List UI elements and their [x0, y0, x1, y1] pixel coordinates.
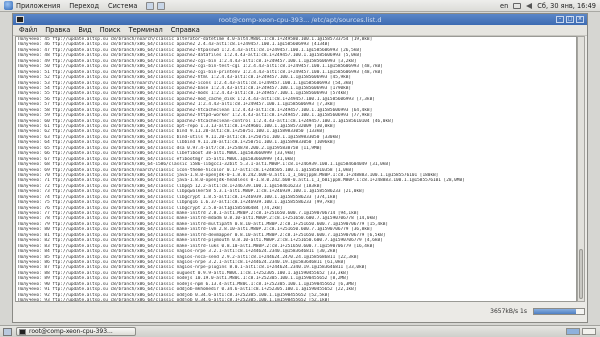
clock[interactable]: Сб, 30 янв, 16:49	[537, 2, 596, 10]
window-title: root@comp-xeon-cpu-393... /etc/apt/sourc…	[218, 15, 382, 24]
terminal-line: Получено: 93 ftp://update.altsp.su c8/br…	[18, 298, 330, 302]
menubar: Файл Правка Вид Поиск Терминал Справка	[13, 25, 587, 36]
taskbar-terminal-button[interactable]: root@comp-xeon-cpu-393...	[16, 327, 136, 336]
terminal-launcher-icon[interactable]	[157, 1, 166, 10]
keyboard-layout[interactable]: en	[500, 2, 508, 10]
terminal-window: root@comp-xeon-cpu-393... /etc/apt/sourc…	[12, 13, 588, 323]
window-controls: – □ ×	[556, 16, 584, 23]
scrollbar-thumb[interactable]	[579, 249, 583, 299]
terminal-icon	[19, 328, 26, 335]
menu-system[interactable]: Система	[108, 2, 137, 10]
terminal-scrollbar[interactable]	[577, 36, 585, 302]
workspace-2[interactable]	[582, 328, 596, 335]
show-desktop-icon[interactable]	[3, 327, 12, 336]
menu-view[interactable]: Вид	[78, 26, 91, 34]
network-icon[interactable]	[513, 3, 522, 9]
task-label: root@comp-xeon-cpu-393...	[29, 328, 113, 335]
menu-help[interactable]: Справка	[171, 26, 200, 34]
close-button[interactable]: ×	[576, 16, 584, 23]
volume-icon[interactable]	[526, 3, 533, 9]
menu-edit[interactable]: Правка	[45, 26, 70, 34]
workspace-switcher	[566, 328, 596, 335]
launcher-icon[interactable]	[146, 1, 155, 10]
minimize-button[interactable]: –	[556, 16, 564, 23]
menu-applications[interactable]: Приложения	[16, 2, 60, 10]
tray: en Сб, 30 янв, 16:49	[500, 0, 596, 12]
distro-logo-icon[interactable]	[4, 1, 13, 10]
menu-terminal[interactable]: Терминал	[129, 26, 163, 34]
window-titlebar[interactable]: root@comp-xeon-cpu-393... /etc/apt/sourc…	[13, 14, 587, 25]
top-panel: Приложения Переход Система en Сб, 30 янв…	[0, 0, 600, 12]
progress-bar	[533, 307, 585, 315]
terminal-output[interactable]: Получено: 45 ftp://update.altsp.su c8/br…	[15, 36, 577, 302]
menu-places[interactable]: Переход	[69, 2, 99, 10]
download-speed: 3657kB/s 1s	[490, 307, 527, 315]
bottom-taskbar: root@comp-xeon-cpu-393...	[0, 325, 600, 337]
download-status: 3657kB/s 1s	[15, 304, 585, 318]
menu-search[interactable]: Поиск	[100, 26, 121, 34]
progress-fill	[534, 308, 576, 314]
menu-file[interactable]: Файл	[19, 26, 37, 34]
workspace-1[interactable]	[566, 328, 580, 335]
maximize-button[interactable]: □	[566, 16, 574, 23]
